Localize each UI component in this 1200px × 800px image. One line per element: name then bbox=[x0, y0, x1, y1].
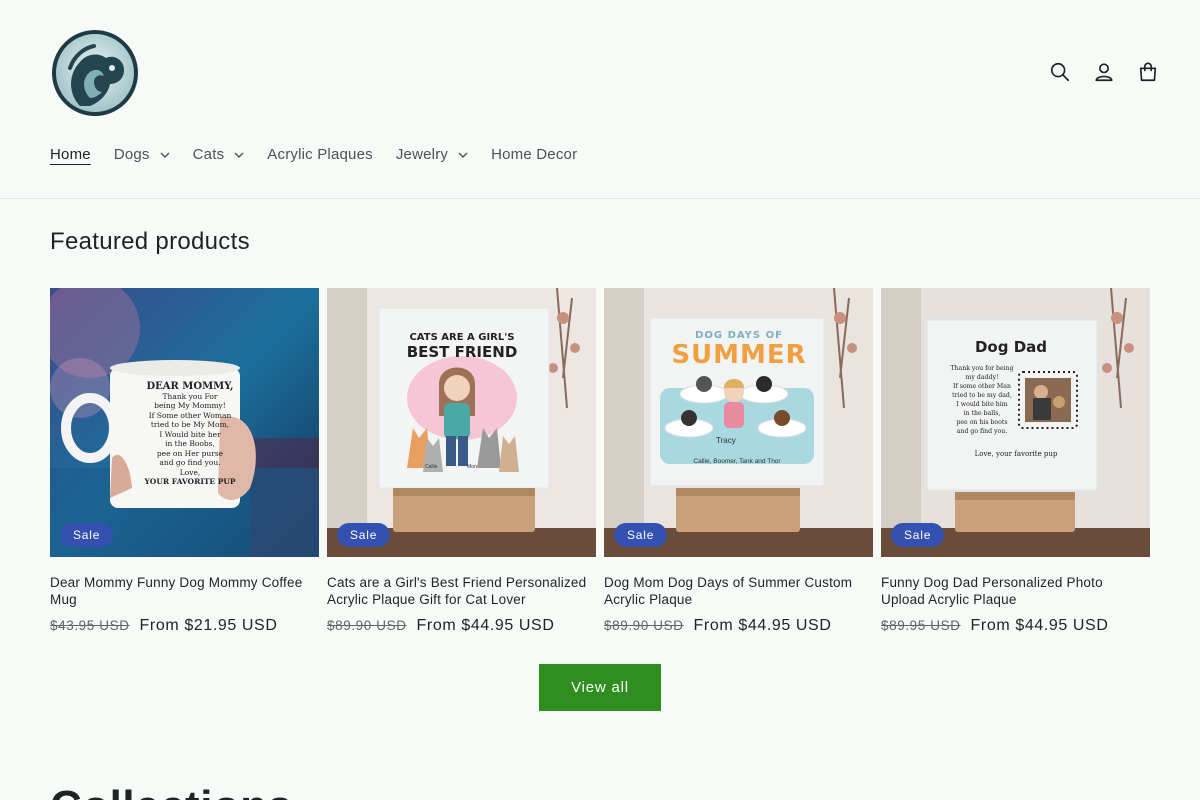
sale-price: From $21.95 USD bbox=[139, 617, 278, 634]
brand-logo[interactable] bbox=[50, 28, 140, 118]
chevron-down-icon bbox=[458, 152, 468, 158]
art-line: CATS ARE A GIRL'S bbox=[409, 332, 515, 343]
art-line: Thank you For bbox=[162, 391, 218, 401]
regular-price: $89.90 USD bbox=[604, 618, 684, 633]
art-line: BEST FRIEND bbox=[406, 343, 518, 361]
art-names: Callie, Boomer, Tank and Thor bbox=[693, 458, 781, 465]
nav-item-home-decor[interactable]: Home Decor bbox=[491, 146, 577, 163]
plaque-print-text: DOG DAYS OF SUMMER bbox=[654, 330, 824, 369]
dog-cat-logo-icon bbox=[52, 30, 138, 116]
product-title[interactable]: Dear Mommy Funny Dog Mommy Coffee Mug bbox=[50, 574, 319, 608]
product-card[interactable]: DOG DAYS OF SUMMER Tracy Callie, Boomer,… bbox=[604, 288, 873, 635]
nav-item-jewelry[interactable]: Jewelry bbox=[396, 146, 468, 163]
sale-price: From $44.95 USD bbox=[970, 617, 1109, 634]
art-signoff: Love, your favorite pup bbox=[974, 450, 1058, 458]
nav-label: Dogs bbox=[113, 146, 150, 163]
header-icons bbox=[1046, 58, 1162, 86]
product-image[interactable]: DEAR MOMMY, Thank you For being My Mommy… bbox=[50, 288, 319, 557]
art-line: I Would bite her bbox=[159, 429, 221, 439]
nav-item-cats[interactable]: Cats bbox=[193, 146, 245, 163]
sale-badge: Sale bbox=[60, 523, 114, 547]
product-grid: DEAR MOMMY, Thank you For being My Mommy… bbox=[50, 288, 1150, 635]
product-title[interactable]: Funny Dog Dad Personalized Photo Upload … bbox=[881, 574, 1150, 608]
nav-label: Home bbox=[50, 146, 91, 163]
nav-item-home[interactable]: Home bbox=[50, 146, 91, 163]
art-line: DEAR MOMMY, bbox=[146, 381, 234, 392]
art-line: in the Boobs, bbox=[165, 439, 215, 448]
regular-price: $89.95 USD bbox=[881, 618, 961, 633]
site-header: Home Dogs Cats Acrylic Plaques Jewelry H… bbox=[0, 0, 1200, 199]
view-all-button[interactable]: View all bbox=[539, 664, 661, 711]
art-line: tried to be My Mom, bbox=[150, 420, 230, 429]
sale-price: From $44.95 USD bbox=[416, 617, 555, 634]
art-heading: Dog Dad bbox=[974, 338, 1048, 356]
art-line: in the balls, bbox=[963, 410, 1001, 417]
product-price: $89.90 USD From $44.95 USD bbox=[604, 617, 873, 635]
product-title[interactable]: Cats are a Girl's Best Friend Personaliz… bbox=[327, 574, 596, 608]
product-card[interactable]: DEAR MOMMY, Thank you For being My Mommy… bbox=[50, 288, 319, 635]
account-icon bbox=[1095, 63, 1113, 82]
art-line: pee on his boots bbox=[956, 419, 1008, 426]
art-line: If some other Man bbox=[953, 383, 1011, 390]
summer-plaque-photo bbox=[604, 288, 873, 557]
product-image[interactable]: DOG DAYS OF SUMMER Tracy Callie, Boomer,… bbox=[604, 288, 873, 557]
nav-label: Cats bbox=[192, 146, 225, 163]
art-line: being My Mommy! bbox=[154, 401, 226, 410]
main-navigation: Home Dogs Cats Acrylic Plaques Jewelry H… bbox=[50, 146, 600, 163]
art-line: I would bite him bbox=[956, 401, 1008, 408]
chevron-down-icon bbox=[160, 152, 170, 158]
nav-item-acrylic-plaques[interactable]: Acrylic Plaques bbox=[267, 146, 373, 163]
art-line: pee on Her purse bbox=[156, 448, 224, 458]
sale-badge: Sale bbox=[614, 523, 668, 547]
nav-item-dogs[interactable]: Dogs bbox=[114, 146, 170, 163]
collections-title: Collections bbox=[50, 782, 293, 800]
product-image[interactable]: CATS ARE A GIRL'S BEST FRIEND Callie Mon… bbox=[327, 288, 596, 557]
cart-icon bbox=[1139, 62, 1157, 82]
art-name-left: Callie bbox=[425, 464, 438, 470]
account-button[interactable] bbox=[1090, 58, 1118, 86]
product-price: $89.95 USD From $44.95 USD bbox=[881, 617, 1150, 635]
plaque-print-text: Thank you for being my daddy! If some ot… bbox=[941, 364, 1023, 436]
product-image[interactable]: Dog Dad Thank you for being my daddy! If… bbox=[881, 288, 1150, 557]
product-card[interactable]: CATS ARE A GIRL'S BEST FRIEND Callie Mon… bbox=[327, 288, 596, 635]
art-line: YOUR FAVORITE PUP bbox=[144, 477, 236, 486]
sale-badge: Sale bbox=[891, 523, 945, 547]
search-icon bbox=[1050, 62, 1070, 82]
art-name-right: Mon bbox=[467, 464, 477, 470]
nav-label: Acrylic Plaques bbox=[267, 146, 373, 163]
cats-plaque-photo bbox=[327, 288, 596, 557]
product-card[interactable]: Dog Dad Thank you for being my daddy! If… bbox=[881, 288, 1150, 635]
regular-price: $43.95 USD bbox=[50, 618, 130, 633]
regular-price: $89.90 USD bbox=[327, 618, 407, 633]
art-line: Love, bbox=[179, 467, 201, 477]
art-line: Thank you for being bbox=[950, 365, 1014, 372]
product-price: $43.95 USD From $21.95 USD bbox=[50, 617, 319, 635]
art-line: tried to be my dad, bbox=[952, 392, 1012, 399]
art-line: SUMMER bbox=[671, 340, 807, 370]
art-line: my daddy! bbox=[965, 374, 999, 381]
art-line: and go find you. bbox=[159, 458, 221, 467]
nav-label: Home Decor bbox=[491, 146, 578, 163]
product-price: $89.90 USD From $44.95 USD bbox=[327, 617, 596, 635]
art-line: If Some other Woman bbox=[148, 410, 232, 420]
art-line: and go find you. bbox=[956, 428, 1008, 435]
cart-button[interactable] bbox=[1134, 58, 1162, 86]
search-button[interactable] bbox=[1046, 58, 1074, 86]
art-name: Tracy bbox=[716, 436, 736, 445]
featured-products-title: Featured products bbox=[50, 228, 250, 255]
plaque-print-text: CATS ARE A GIRL'S BEST FRIEND bbox=[387, 332, 537, 361]
chevron-down-icon bbox=[234, 152, 244, 158]
sale-badge: Sale bbox=[337, 523, 391, 547]
sale-price: From $44.95 USD bbox=[693, 617, 832, 634]
nav-label: Jewelry bbox=[395, 146, 449, 163]
mug-print-text: DEAR MOMMY, Thank you For being My Mommy… bbox=[134, 382, 246, 487]
product-title[interactable]: Dog Mom Dog Days of Summer Custom Acryli… bbox=[604, 574, 873, 608]
